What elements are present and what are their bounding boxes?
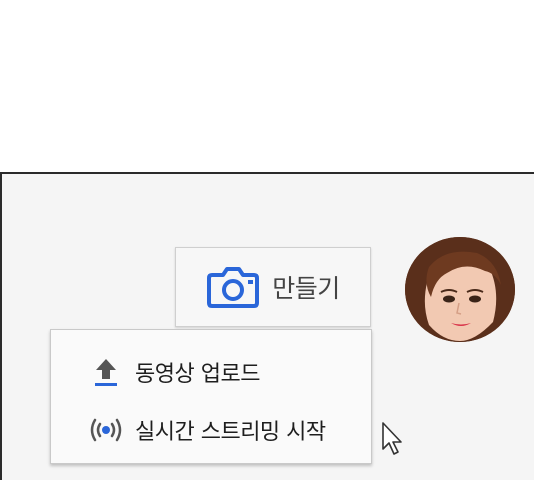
top-blank-area bbox=[0, 0, 534, 172]
mouse-cursor-icon bbox=[382, 422, 402, 455]
live-stream-icon bbox=[90, 418, 122, 442]
menu-item-label: 동영상 업로드 bbox=[135, 362, 260, 387]
menu-item-upload-video[interactable]: 동영상 업로드 bbox=[51, 347, 371, 397]
menu-item-label: 실시간 스트리밍 시작 bbox=[135, 420, 326, 445]
create-button[interactable]: 만들기 bbox=[175, 247, 371, 327]
create-button-label: 만들기 bbox=[272, 274, 340, 303]
camera-icon bbox=[207, 267, 260, 308]
avatar[interactable] bbox=[405, 237, 515, 342]
create-dropdown-menu: 동영상 업로드 실시간 스트리밍 시작 bbox=[50, 329, 372, 464]
upload-icon bbox=[95, 359, 117, 386]
menu-item-start-live[interactable]: 실시간 스트리밍 시작 bbox=[51, 405, 371, 455]
